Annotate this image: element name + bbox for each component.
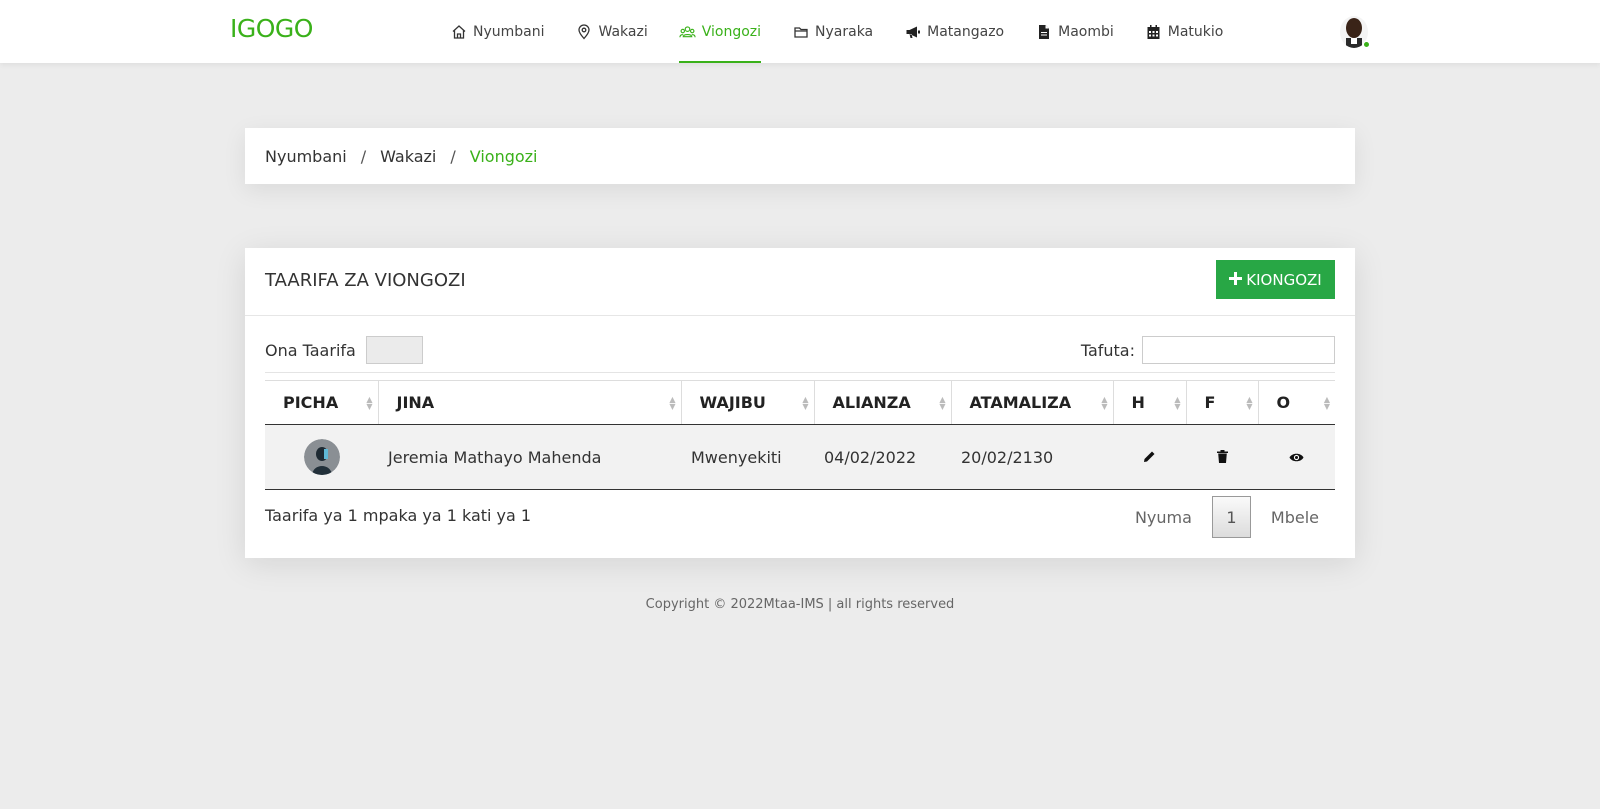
footer-copyright: Copyright © 2022Mtaa-IMS | all rights re… [645, 597, 955, 612]
sort-icon: ▲ ▼ [669, 395, 676, 411]
home-icon [450, 23, 467, 40]
pagination-previous[interactable]: Nyuma [1135, 508, 1192, 527]
nav-item-wakazi[interactable]: Wakazi [576, 0, 648, 63]
pagination: Nyuma 1 Mbele [1135, 496, 1335, 538]
column-header-o[interactable]: O ▲ ▼ [1257, 380, 1335, 425]
table-header-row: PICHA ▲ ▼ JINA ▲ ▼ WAJIBU ▲ ▼ ALIANZA ▲ ▼ ATAMAL… [265, 380, 1335, 425]
cell-wajibu: Mwenyekiti [681, 424, 814, 490]
top-navbar: IGOGO Nyumbani Wakazi Viongozi Nyaraka M… [0, 0, 1600, 63]
sort-icon: ▲ ▼ [366, 395, 373, 411]
nav-label: Matukio [1167, 23, 1224, 40]
nav-label: Wakazi [598, 23, 648, 40]
breadcrumb-separator: / [450, 146, 456, 166]
sort-icon: ▲ ▼ [1101, 395, 1108, 411]
show-entries-label: Ona Taarifa [265, 341, 356, 360]
pagination-page-1[interactable]: 1 [1211, 496, 1251, 538]
nav-label: Maombi [1058, 23, 1114, 40]
cell-atamaliza: 20/02/2130 [951, 424, 1113, 490]
column-header-atamaliza[interactable]: ATAMALIZA ▲ ▼ [950, 380, 1113, 425]
brand-logo[interactable]: IGOGO [230, 14, 313, 43]
sort-icon: ▲ ▼ [939, 395, 946, 411]
trash-icon[interactable] [1216, 449, 1228, 463]
sort-icon: ▲ ▼ [1174, 395, 1181, 411]
search-label: Tafuta: [1080, 341, 1135, 360]
nav-item-nyaraka[interactable]: Nyaraka [792, 0, 873, 63]
online-status-dot [1363, 41, 1370, 48]
breadcrumb: Nyumbani / Wakazi / Viongozi [245, 128, 1355, 184]
leader-photo [303, 439, 340, 475]
edit-icon[interactable] [1143, 450, 1156, 463]
sort-icon: ▲ ▼ [1323, 395, 1330, 411]
nav-label: Nyaraka [815, 23, 874, 40]
table-row: Jeremia Mathayo Mahenda Mwenyekiti 04/02… [265, 424, 1335, 490]
divider [265, 372, 1335, 373]
nav-label: Viongozi [701, 23, 762, 40]
users-icon [679, 23, 696, 40]
column-header-f[interactable]: F ▲ ▼ [1185, 380, 1258, 425]
cell-jina: Jeremia Mathayo Mahenda [378, 424, 681, 490]
cell-o [1258, 424, 1335, 490]
main-nav: Nyumbani Wakazi Viongozi Nyaraka Matanga… [450, 0, 1254, 63]
breadcrumb-viongozi: Viongozi [469, 146, 538, 166]
nav-item-viongozi[interactable]: Viongozi [678, 0, 762, 63]
add-leader-button[interactable]: KIONGOZI [1216, 260, 1335, 299]
cell-alianza: 04/02/2022 [814, 424, 951, 490]
cell-f [1186, 424, 1258, 490]
search-input[interactable] [1142, 336, 1335, 364]
add-button-label: KIONGOZI [1246, 270, 1322, 289]
table-controls: Ona Taarifa Tafuta: [265, 336, 1335, 366]
column-header-alianza[interactable]: ALIANZA ▲ ▼ [813, 380, 951, 425]
show-entries-select[interactable] [366, 336, 423, 364]
page-title: TAARIFA ZA VIONGOZI [265, 270, 466, 291]
folder-icon [792, 23, 809, 40]
sort-icon: ▲ ▼ [1246, 395, 1253, 411]
map-pin-icon [576, 23, 593, 40]
cell-picha [265, 424, 378, 490]
card-header: TAARIFA ZA VIONGOZI KIONGOZI [245, 248, 1355, 316]
plus-icon [1229, 269, 1243, 290]
column-header-h[interactable]: H ▲ ▼ [1112, 380, 1186, 425]
cell-h [1113, 424, 1186, 490]
breadcrumb-wakazi[interactable]: Wakazi [380, 147, 436, 166]
leaders-card: TAARIFA ZA VIONGOZI KIONGOZI Ona Taarifa… [245, 248, 1355, 558]
file-icon [1035, 23, 1052, 40]
column-header-jina[interactable]: JINA ▲ ▼ [377, 380, 681, 425]
megaphone-icon [904, 23, 921, 40]
table-info: Taarifa ya 1 mpaka ya 1 kati ya 1 [265, 506, 532, 525]
leaders-table: PICHA ▲ ▼ JINA ▲ ▼ WAJIBU ▲ ▼ ALIANZA ▲ ▼ ATAMAL… [265, 380, 1335, 490]
sort-icon: ▲ ▼ [802, 395, 809, 411]
nav-item-matukio[interactable]: Matukio [1145, 0, 1224, 63]
breadcrumb-nyumbani[interactable]: Nyumbani [265, 147, 347, 166]
nav-item-nyumbani[interactable]: Nyumbani [450, 0, 545, 63]
nav-label: Matangazo [927, 23, 1005, 40]
eye-icon[interactable] [1289, 452, 1304, 463]
column-header-wajibu[interactable]: WAJIBU ▲ ▼ [680, 380, 814, 425]
calendar-icon [1145, 23, 1162, 40]
nav-item-matangazo[interactable]: Matangazo [904, 0, 1004, 63]
pagination-next[interactable]: Mbele [1271, 508, 1319, 527]
user-avatar-menu[interactable] [1340, 16, 1370, 50]
nav-item-maombi[interactable]: Maombi [1035, 0, 1114, 63]
breadcrumb-separator: / [360, 146, 367, 166]
nav-label: Nyumbani [473, 23, 545, 40]
column-header-picha[interactable]: PICHA ▲ ▼ [265, 380, 378, 425]
